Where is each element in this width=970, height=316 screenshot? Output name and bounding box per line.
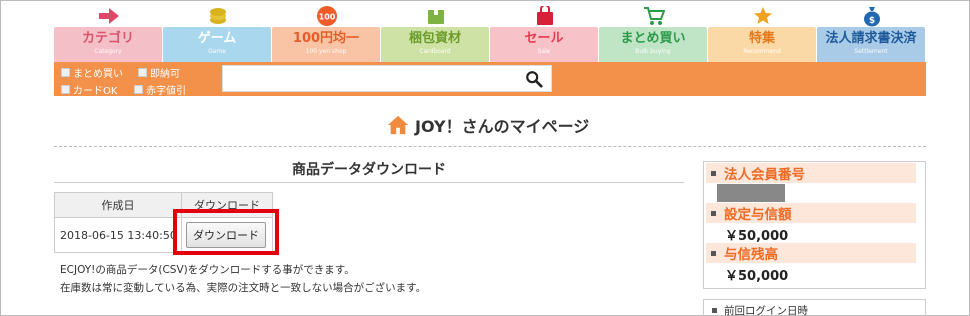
coins-icon [207,5,229,27]
arrow-right-icon [98,5,120,27]
nav-sublabel: Category [94,48,122,55]
nav-tab[interactable]: ゲーム Game [163,27,271,63]
nav-item[interactable]: 特集 Recommend [708,5,817,63]
cell-date: 2018-06-15 13:40:50 [54,217,182,253]
nav-item[interactable]: 100 100円均一 100 yen shop [272,5,381,63]
filter-matome[interactable]: まとめ買い [61,65,123,80]
filter-bar: まとめ買い 即納可 カードOK 赤字値引 [54,62,926,97]
member-number-heading: 法人会員番号 [706,163,916,183]
page-title-text: JOY！さんのマイページ [415,117,590,136]
filter-discount[interactable]: 赤字値引 [134,82,186,97]
nav-label: 特集 [748,31,775,46]
svg-text:$: $ [868,16,874,26]
credit-limit-value: ￥50,000 [725,229,789,244]
money-bag-icon: $ [861,5,883,27]
nav-tab[interactable]: 特集 Recommend [708,27,816,63]
column-header-date: 作成日 [54,192,182,218]
filter-sokunou[interactable]: 即納可 [138,65,180,80]
credit-remaining-value: ￥50,000 [725,269,789,284]
last-login-heading: 前回ログイン日時 [712,303,808,316]
filter-label: カードOK [73,86,118,97]
nav-tab[interactable]: まとめ買い Bulk buying [599,27,707,63]
note-line-2: 在庫数は常に変動している為、実際の注文時と一致しない場合がございます。 [60,282,427,294]
filter-label: 即納可 [150,69,180,80]
nav-sublabel: Sale [537,48,551,55]
filter-card-ok[interactable]: カードOK [61,82,117,97]
nav-item[interactable]: カテゴリ Category [54,5,163,63]
nav-label: ゲーム [197,31,237,46]
nav-label: 法人請求書決済 [825,31,917,46]
highlight-box [173,209,279,255]
nav-label: 100円均一 [292,31,360,46]
page-title: JOY！さんのマイページ [387,113,589,137]
nav-tab[interactable]: 梱包資材 Cardboard [381,27,489,63]
nav-sublabel: Bulk buying [635,48,671,55]
credit-limit-heading: 設定与信額 [706,203,916,223]
nav-label: セール [524,31,564,46]
bullet-icon [712,308,717,313]
search-input[interactable] [222,65,552,92]
nav-item[interactable]: まとめ買い Bulk buying [599,5,708,63]
filter-label: 赤字値引 [146,86,186,97]
checkbox[interactable] [61,68,70,77]
nav-sublabel: 100 yen shop [305,48,347,55]
nav-tab[interactable]: カテゴリ Category [54,27,162,63]
bullet-icon [711,210,716,216]
bullet-icon [711,250,716,256]
checkbox[interactable] [61,85,70,94]
credit-limit-label: 設定与信額 [724,207,792,223]
bullet-icon [711,170,716,176]
nav-tab[interactable]: 100円均一 100 yen shop [272,27,380,63]
divider [54,182,684,183]
nav-item[interactable]: 梱包資材 Cardboard [381,5,490,63]
divider [54,146,926,147]
member-number-label: 法人会員番号 [724,167,805,183]
credit-remaining-label: 与信残高 [724,247,778,263]
nav-label: カテゴリ [81,31,134,46]
nav-tab[interactable]: セール Sale [490,27,598,63]
last-login-label: 前回ログイン日時 [724,305,808,316]
category-nav: カテゴリ Category ゲーム Game 100 100円均一 100 yen shop… [54,5,926,63]
credit-remaining-heading: 与信残高 [706,243,916,263]
100-badge-icon: 100 [316,5,338,27]
nav-item[interactable]: セール Sale [490,5,599,63]
nav-label: 梱包資材 [408,31,461,46]
nav-sublabel: Game [208,48,226,55]
home-icon [387,115,409,135]
cart-icon [643,5,665,27]
checkbox[interactable] [138,68,147,77]
checkbox[interactable] [134,85,143,94]
section-title: 商品データダウンロード [292,162,446,178]
svg-text:100: 100 [318,13,335,22]
sale-bag-icon [534,5,556,27]
box-icon [425,5,447,27]
nav-sublabel: Recommend [743,48,781,55]
nav-tab[interactable]: 法人請求書決済 Settlement [817,27,925,63]
nav-sublabel: Settlement [854,48,888,55]
member-number-redacted [717,184,785,202]
nav-item[interactable]: $ 法人請求書決済 Settlement [817,5,926,63]
nav-item[interactable]: ゲーム Game [163,5,272,63]
search-icon[interactable] [525,70,543,88]
note-line-1: ECJOY!の商品データ(CSV)をダウンロードする事ができます。 [60,264,355,276]
filter-label: まとめ買い [73,69,123,80]
nav-sublabel: Cardboard [419,48,451,55]
nav-label: まとめ買い [620,31,686,46]
star-icon [752,5,774,27]
